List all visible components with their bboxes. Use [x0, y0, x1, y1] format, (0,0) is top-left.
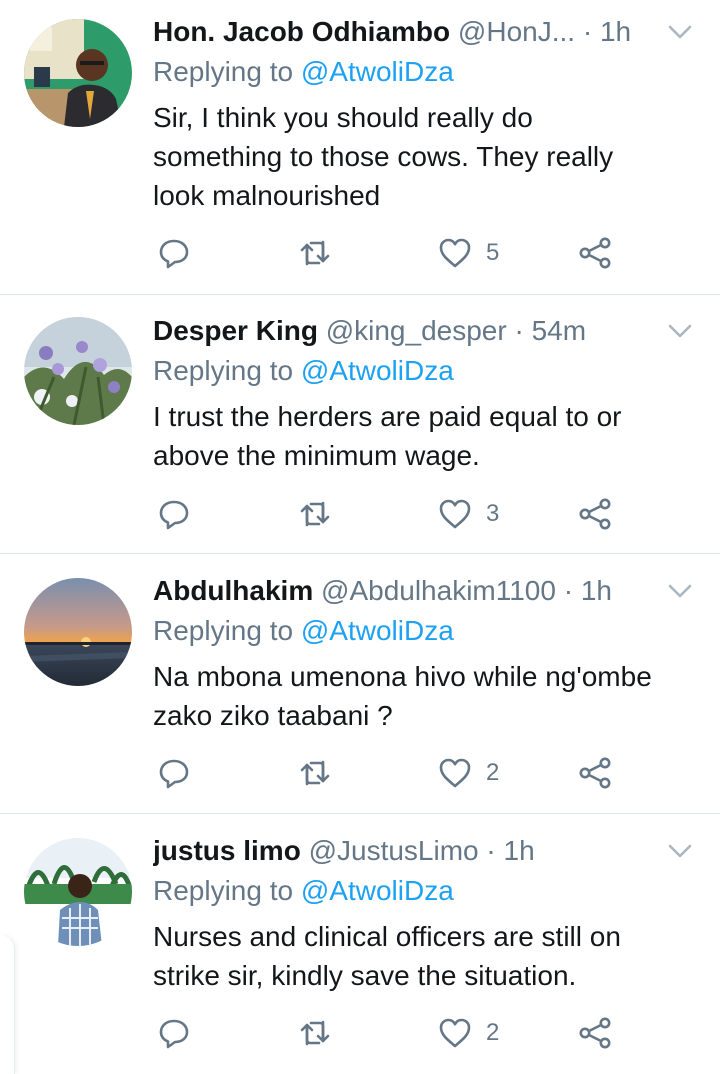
reply-icon — [157, 756, 191, 790]
mention-link[interactable]: @AtwoliDza — [301, 355, 454, 386]
tweet-header: Abdulhakim @Abdulhakim1100 · 1h — [153, 571, 650, 611]
username[interactable]: @JustusLimo — [309, 835, 479, 866]
tweet-text: I trust the herders are paid equal to or… — [153, 401, 622, 471]
username[interactable]: @Abdulhakim1100 — [321, 575, 556, 606]
tweet-text: Nurses and clinical officers are still o… — [153, 921, 621, 991]
share-icon — [578, 756, 612, 790]
display-name[interactable]: Desper King — [153, 315, 318, 346]
retweet-button[interactable] — [298, 753, 332, 793]
username[interactable]: @HonJ... — [458, 16, 575, 47]
mention-link[interactable]: @AtwoliDza — [301, 615, 454, 646]
chevron-down-icon[interactable] — [666, 18, 694, 46]
tweet-text: Na mbona umenona hivo while ng'ombe zako… — [153, 661, 652, 731]
retweet-icon — [298, 756, 332, 790]
avatar[interactable] — [24, 838, 132, 946]
replying-to-label: Replying to — [153, 875, 294, 906]
retweet-button[interactable] — [298, 233, 332, 273]
replying-to: Replying to @AtwoliDza — [153, 612, 454, 650]
reply-button[interactable] — [157, 494, 191, 534]
heart-icon — [438, 236, 472, 270]
retweet-icon — [298, 497, 332, 531]
heart-icon — [438, 497, 472, 531]
like-count: 5 — [486, 239, 500, 266]
reply-icon — [157, 497, 191, 531]
display-name[interactable]: Hon. Jacob Odhiambo — [153, 16, 450, 47]
share-button[interactable] — [578, 494, 612, 534]
display-name[interactable]: justus limo — [153, 835, 301, 866]
reply-icon — [157, 1016, 191, 1050]
tweet[interactable]: Abdulhakim @Abdulhakim1100 · 1h Replying… — [0, 554, 720, 813]
like-button[interactable]: 3 — [438, 494, 499, 534]
share-button[interactable] — [578, 753, 612, 793]
mention-link[interactable]: @AtwoliDza — [301, 56, 454, 87]
share-icon — [578, 236, 612, 270]
avatar[interactable] — [24, 317, 132, 425]
heart-icon — [438, 1016, 472, 1050]
share-button[interactable] — [578, 1013, 612, 1053]
timestamp[interactable]: · 1h — [583, 16, 631, 47]
like-button[interactable]: 5 — [438, 233, 499, 273]
share-icon — [578, 1016, 612, 1050]
retweet-icon — [298, 236, 332, 270]
timestamp[interactable]: · 1h — [564, 575, 612, 606]
like-button[interactable]: 2 — [438, 753, 499, 793]
action-bar: 2 — [0, 1013, 720, 1053]
share-button[interactable] — [578, 233, 612, 273]
retweet-button[interactable] — [298, 1013, 332, 1053]
timestamp[interactable]: · 54m — [514, 315, 586, 346]
tweet[interactable]: Hon. Jacob Odhiambo @HonJ... · 1h Replyi… — [0, 0, 720, 294]
username[interactable]: @king_desper — [326, 315, 507, 346]
retweet-icon — [298, 1016, 332, 1050]
replying-to-label: Replying to — [153, 615, 294, 646]
avatar[interactable] — [24, 19, 132, 127]
mention-link[interactable]: @AtwoliDza — [301, 875, 454, 906]
display-name[interactable]: Abdulhakim — [153, 575, 313, 606]
tweet[interactable]: Desper King @king_desper · 54m Replying … — [0, 295, 720, 553]
replying-to-label: Replying to — [153, 355, 294, 386]
action-bar: 2 — [0, 753, 720, 793]
tweet-text: Sir, I think you should really do someth… — [153, 102, 614, 211]
tweet-header: justus limo @JustusLimo · 1h — [153, 831, 650, 871]
chevron-down-icon[interactable] — [666, 837, 694, 865]
reply-button[interactable] — [157, 1013, 191, 1053]
replying-to: Replying to @AtwoliDza — [153, 53, 454, 91]
action-bar: 5 — [0, 233, 720, 273]
replying-to: Replying to @AtwoliDza — [153, 872, 454, 910]
timestamp[interactable]: · 1h — [486, 835, 534, 866]
action-bar: 3 — [0, 494, 720, 534]
replying-to: Replying to @AtwoliDza — [153, 352, 454, 390]
like-count: 2 — [486, 759, 500, 786]
replying-to-label: Replying to — [153, 56, 294, 87]
chevron-down-icon[interactable] — [666, 577, 694, 605]
floating-panel-edge — [0, 935, 15, 1074]
reply-button[interactable] — [157, 753, 191, 793]
like-count: 2 — [486, 1019, 500, 1046]
tweet-header: Hon. Jacob Odhiambo @HonJ... · 1h — [153, 12, 650, 52]
reply-button[interactable] — [157, 233, 191, 273]
retweet-button[interactable] — [298, 494, 332, 534]
like-button[interactable]: 2 — [438, 1013, 499, 1053]
tweet[interactable]: justus limo @JustusLimo · 1h Replying to… — [0, 814, 720, 1074]
heart-icon — [438, 756, 472, 790]
tweet-header: Desper King @king_desper · 54m — [153, 311, 650, 351]
chevron-down-icon[interactable] — [666, 317, 694, 345]
share-icon — [578, 497, 612, 531]
reply-icon — [157, 236, 191, 270]
like-count: 3 — [486, 500, 500, 527]
avatar[interactable] — [24, 578, 132, 686]
